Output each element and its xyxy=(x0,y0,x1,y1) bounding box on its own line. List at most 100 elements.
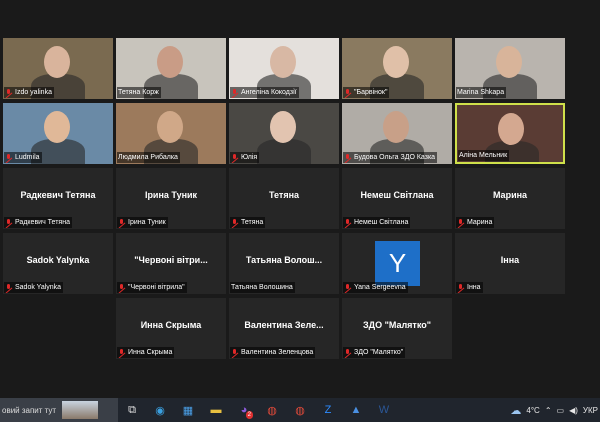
participant-display-name: Sadok Yalynka xyxy=(26,255,90,265)
word-icon[interactable]: W xyxy=(370,398,398,422)
participant-display-name: Немеш Світлана xyxy=(360,190,434,200)
network-icon[interactable]: ▭ xyxy=(557,406,565,415)
participant-name-label: Марина xyxy=(456,217,495,228)
participant-name: Радкевич Тетяна xyxy=(15,219,70,226)
participant-display-name: Тетяна xyxy=(268,190,300,200)
participant-name-label: Yana Sergeevna xyxy=(343,282,408,293)
participant-tile[interactable]: Ірина Туник Ірина Туник xyxy=(116,168,226,229)
participant-name-label: ЗДО "Малятко" xyxy=(343,347,406,358)
participant-tile[interactable]: Аліна Мельник xyxy=(455,103,565,164)
muted-mic-icon xyxy=(231,153,239,162)
participant-name-label: Тетяна xyxy=(230,217,266,228)
participant-name: Marina Shkapa xyxy=(457,89,505,96)
participant-name-label: Інна xyxy=(456,282,483,293)
temperature-text[interactable]: 4°C xyxy=(526,406,539,415)
language-indicator[interactable]: УКР xyxy=(583,406,598,415)
participant-name: Немеш Світлана xyxy=(354,219,409,226)
participant-name: "Барвінок" xyxy=(354,89,388,96)
participant-tile[interactable]: Sadok Yalynka Sadok Yalynka xyxy=(3,233,113,294)
edge-icon[interactable]: ◉ xyxy=(146,398,174,422)
participant-display-name: Марина xyxy=(492,190,528,200)
participant-name-label: Ludmila xyxy=(4,152,42,163)
participant-display-name: Ірина Туник xyxy=(144,190,198,200)
participant-tile[interactable]: Татьяна Волош... Татьяна Волошина xyxy=(229,233,339,294)
volume-icon[interactable]: ◀) xyxy=(569,406,578,415)
participant-name: Інна xyxy=(467,284,481,291)
participant-display-name: ЗДО "Малятко" xyxy=(363,320,431,330)
participant-tile[interactable]: Людмила Рибалка xyxy=(116,103,226,164)
search-text: овий запит тут xyxy=(2,405,57,415)
participant-name-label: Ангеліна Кокодзії xyxy=(230,87,299,98)
muted-mic-icon xyxy=(457,218,465,227)
participant-name: Sadok Yalynka xyxy=(15,284,62,291)
participant-tile[interactable]: Будова Ольга ЗДО Казка xyxy=(342,103,452,164)
participant-tile[interactable]: "Барвінок" xyxy=(342,38,452,99)
participant-display-name: "Червоні вітри... xyxy=(134,255,208,265)
participant-tile[interactable]: Izdo yalinka xyxy=(3,38,113,99)
participant-name: Ірина Туник xyxy=(128,219,166,226)
muted-mic-icon xyxy=(231,88,239,97)
chrome-icon[interactable]: ◍ xyxy=(258,398,286,422)
participant-name-label: Marina Shkapa xyxy=(456,87,507,98)
windows-taskbar: овий запит тут ⧉ ◉ ▦ ▬ ◕ 2 ◍ ◍ Z ▲ W ☁ 4°C ⌃ ▭ ◀) … xyxy=(0,398,600,422)
store-icon[interactable]: ▦ xyxy=(174,398,202,422)
participant-tile[interactable]: Инна Скрыма Инна Скрыма xyxy=(116,298,226,359)
participant-name-label: Izdo yalinka xyxy=(4,87,54,98)
participant-display-name: Татьяна Волош... xyxy=(245,255,323,265)
participant-name-label: Sadok Yalynka xyxy=(4,282,64,293)
app-icon[interactable]: ▲ xyxy=(342,398,370,422)
participant-avatar: Y xyxy=(375,241,420,286)
participant-tile[interactable]: Y Yana Sergeevna xyxy=(342,233,452,294)
muted-mic-icon xyxy=(5,283,13,292)
participant-tile[interactable]: Валентина Зеле... Валентина Зеленцова xyxy=(229,298,339,359)
chrome-icon[interactable]: ◍ xyxy=(286,398,314,422)
participant-name: Валентина Зеленцова xyxy=(241,349,314,356)
task-view-icon[interactable]: ⧉ xyxy=(118,398,146,422)
participant-name-label: Валентина Зеленцова xyxy=(230,347,316,358)
participant-tile[interactable]: Юлія xyxy=(229,103,339,164)
participant-name: Yana Sergeevna xyxy=(354,284,406,291)
participant-tile[interactable]: Радкевич Тетяна Радкевич Тетяна xyxy=(3,168,113,229)
muted-mic-icon xyxy=(5,88,13,97)
participant-name-label: Юлія xyxy=(230,152,260,163)
participant-name: Аліна Мельник xyxy=(459,152,508,159)
participant-tile[interactable]: Ангеліна Кокодзії xyxy=(229,38,339,99)
participant-tile[interactable]: Марина Марина xyxy=(455,168,565,229)
participant-name: "Червоні вітрила" xyxy=(128,284,185,291)
muted-mic-icon xyxy=(5,153,13,162)
muted-mic-icon xyxy=(118,218,126,227)
participant-name: Izdo yalinka xyxy=(15,89,52,96)
participant-tile[interactable]: ЗДО "Малятко" ЗДО "Малятко" xyxy=(342,298,452,359)
muted-mic-icon xyxy=(344,153,352,162)
participant-tile[interactable]: Немеш Світлана Немеш Світлана xyxy=(342,168,452,229)
participant-name: Тетяна Корж xyxy=(118,89,159,96)
search-decoration-icon xyxy=(62,401,99,419)
viber-icon[interactable]: ◕ 2 xyxy=(230,398,258,422)
participant-display-name: Інна xyxy=(500,255,520,265)
system-tray: ☁ 4°C ⌃ ▭ ◀) УКР xyxy=(510,404,600,417)
participant-name: ЗДО "Малятко" xyxy=(354,349,404,356)
file-explorer-icon[interactable]: ▬ xyxy=(202,398,230,422)
weather-icon[interactable]: ☁ xyxy=(510,404,521,417)
participant-display-name: Валентина Зеле... xyxy=(244,320,324,330)
chevron-up-icon[interactable]: ⌃ xyxy=(545,406,552,415)
muted-mic-icon xyxy=(118,283,126,292)
participant-tile[interactable]: Інна Інна xyxy=(455,233,565,294)
participant-name: Людмила Рибалка xyxy=(118,154,178,161)
muted-mic-icon xyxy=(231,348,239,357)
zoom-icon[interactable]: Z xyxy=(314,398,342,422)
participant-tile[interactable]: Ludmila xyxy=(3,103,113,164)
participant-name-label: Аліна Мельник xyxy=(458,150,510,161)
taskbar-search-box[interactable]: овий запит тут xyxy=(0,398,118,422)
participant-name: Татьяна Волошина xyxy=(231,284,293,291)
participant-display-name: Радкевич Тетяна xyxy=(20,190,96,200)
participant-name-label: Тетяна Корж xyxy=(117,87,161,98)
participant-tile[interactable]: "Червоні вітри... "Червоні вітрила" xyxy=(116,233,226,294)
participant-name-label: Радкевич Тетяна xyxy=(4,217,72,228)
participant-tile[interactable]: Тетяна Корж xyxy=(116,38,226,99)
participant-name: Ludmila xyxy=(15,154,40,161)
muted-mic-icon xyxy=(231,218,239,227)
participant-tile[interactable]: Marina Shkapa xyxy=(455,38,565,99)
participant-tile[interactable]: Тетяна Тетяна xyxy=(229,168,339,229)
muted-mic-icon xyxy=(344,88,352,97)
